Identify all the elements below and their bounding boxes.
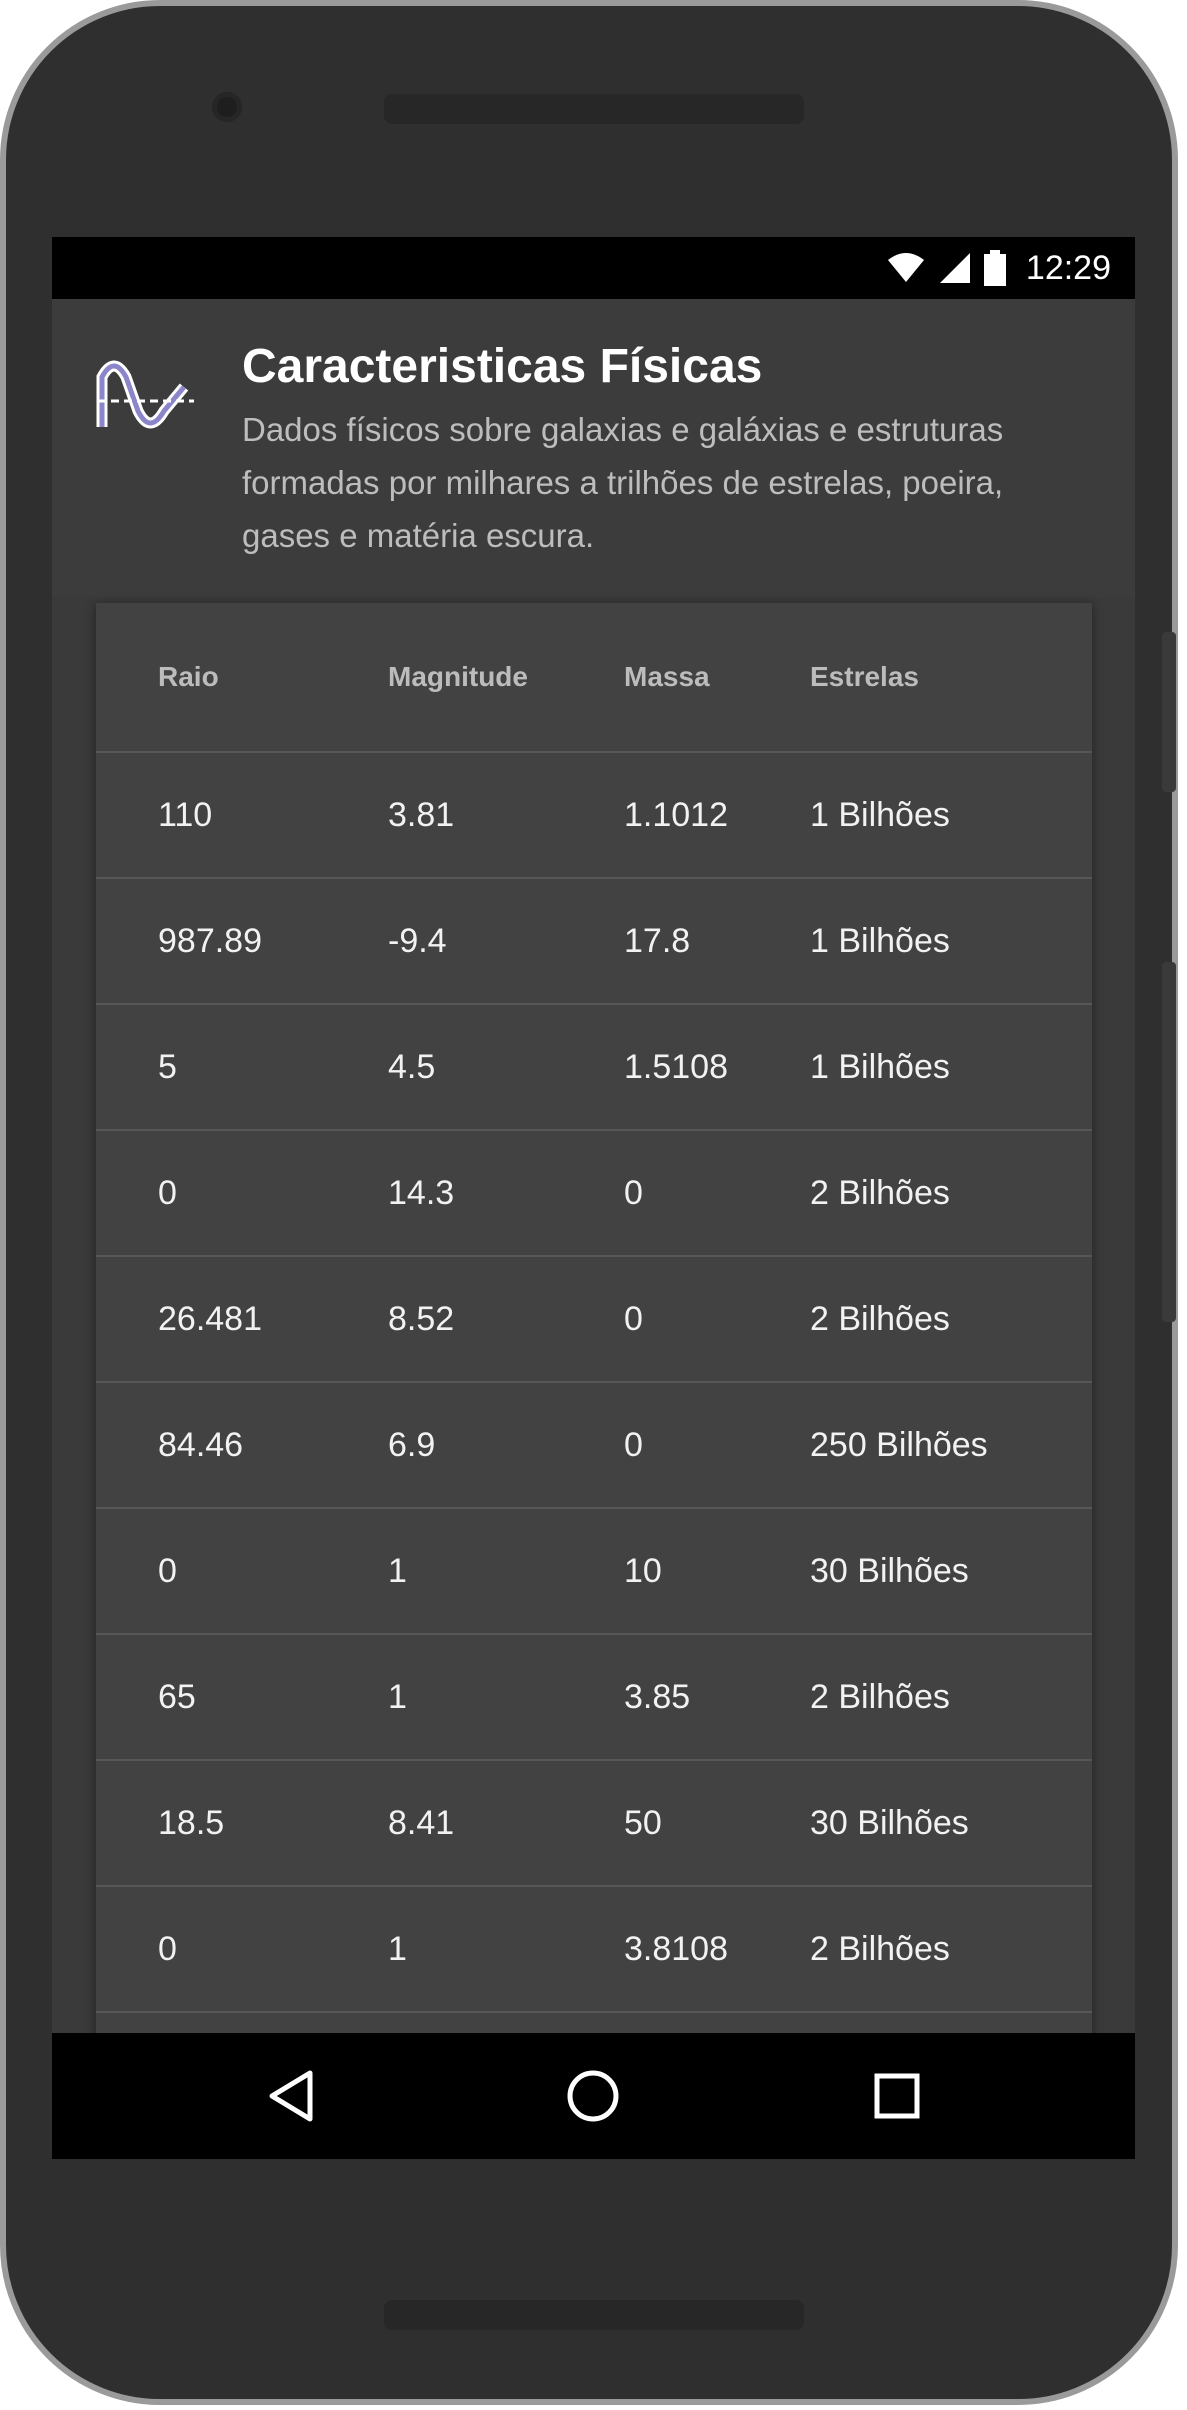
phone-frame: 12:29 Caracteristicas Físicas Dados físi… [0,0,1178,2405]
home-icon [567,2070,619,2122]
page-subtitle: Dados físicos sobre galaxias e galáxias … [242,411,1004,554]
table-cell: 14.3 [388,1173,455,1212]
table-cell: 250 Bilhões [810,1425,988,1464]
table-cell: 1.5108 [624,1047,728,1086]
table-cell: 26.481 [158,1299,262,1338]
column-header-raio[interactable]: Raio [158,661,219,693]
table-cell: 2 Bilhões [810,1677,950,1716]
table-cell: 65 [158,1677,196,1716]
table-cell: 30 Bilhões [810,1803,969,1842]
power-button [1162,632,1176,792]
table-row[interactable]: 84.46 6.9 0 250 Bilhões [96,1383,1092,1509]
table-cell: 8.52 [388,1299,455,1338]
table-row[interactable]: 18.5 8.41 50 30 Bilhões [96,1761,1092,1887]
table-cell: 3.8108 [624,1929,728,1968]
battery-icon [983,250,1006,286]
front-camera [212,92,242,122]
back-icon [269,2070,313,2122]
wifi-icon [887,253,924,282]
navigation-bar [52,2033,1135,2159]
data-table: Raio Magnitude Massa Estrelas 110 3.81 1.1… [96,603,1092,2159]
table-cell: -9.4 [388,921,447,960]
bottom-speaker [384,2300,804,2330]
table-cell: 4.5 [388,1047,436,1086]
sine-wave-icon [96,360,194,429]
table-cell: 1.1012 [624,795,728,834]
table-cell: 3.85 [624,1677,691,1716]
table-cell: 8.41 [388,1803,455,1842]
back-button[interactable] [258,2063,324,2129]
table-cell: 0 [158,1929,177,1968]
volume-button [1162,962,1176,1322]
table-cell: 84.46 [158,1425,244,1464]
table-cell: 50 [624,1803,662,1842]
table-cell: 2 Bilhões [810,1929,950,1968]
table-cell: 0 [624,1299,643,1338]
table-row[interactable]: 987.89 -9.4 17.8 1 Bilhões [96,879,1092,1005]
table-cell: 1 [388,1551,407,1590]
table-row[interactable]: 5 4.5 1.5108 1 Bilhões [96,1005,1092,1131]
table-cell: 5 [158,1047,177,1086]
table-cell: 6.9 [388,1425,436,1464]
table-cell: 0 [624,1173,643,1212]
table-cell: 2 Bilhões [810,1299,950,1338]
page-title: Caracteristicas Físicas [242,340,763,393]
table-row[interactable]: 0 1 10 30 Bilhões [96,1509,1092,1635]
table-row[interactable]: 110 3.81 1.1012 1 Bilhões [96,753,1092,879]
earpiece-speaker [384,94,804,124]
table-cell: 0 [158,1551,177,1590]
table-row[interactable]: 0 1 3.8108 2 Bilhões [96,1887,1092,2013]
table-cell: 1 [388,1677,407,1716]
table-cell: 17.8 [624,921,691,960]
table-cell: 30 Bilhões [810,1551,969,1590]
column-header-massa[interactable]: Massa [624,661,710,693]
table-cell: 1 Bilhões [810,1047,950,1086]
signal-icon [939,253,970,283]
table-cell: 18.5 [158,1803,225,1842]
table-row[interactable]: 65 1 3.85 2 Bilhões [96,1635,1092,1761]
table-header-row: Raio Magnitude Massa Estrelas [96,603,1092,753]
app-header: Caracteristicas Físicas Dados físicos so… [52,299,1135,597]
recents-icon [874,2073,920,2119]
column-header-magnitude[interactable]: Magnitude [388,661,528,693]
table-cell: 0 [624,1425,643,1464]
table-cell: 1 [388,1929,407,1968]
table-cell: 2 Bilhões [810,1173,950,1212]
status-bar: 12:29 [52,237,1135,299]
table-cell: 110 [158,795,213,834]
home-button[interactable] [560,2063,626,2129]
table-cell: 0 [158,1173,177,1212]
status-time: 12:29 [1025,248,1111,287]
column-header-estrelas[interactable]: Estrelas [810,661,919,693]
table-cell: 1 Bilhões [810,921,950,960]
table-cell: 10 [624,1551,662,1590]
table-cell: 3.81 [388,795,455,834]
recents-button[interactable] [864,2063,930,2129]
screen: 12:29 Caracteristicas Físicas Dados físi… [52,237,1135,2159]
table-row[interactable]: 0 14.3 0 2 Bilhões [96,1131,1092,1257]
table-row[interactable]: 26.481 8.52 0 2 Bilhões [96,1257,1092,1383]
table-cell: 1 Bilhões [810,795,950,834]
table-cell: 987.89 [158,921,262,960]
